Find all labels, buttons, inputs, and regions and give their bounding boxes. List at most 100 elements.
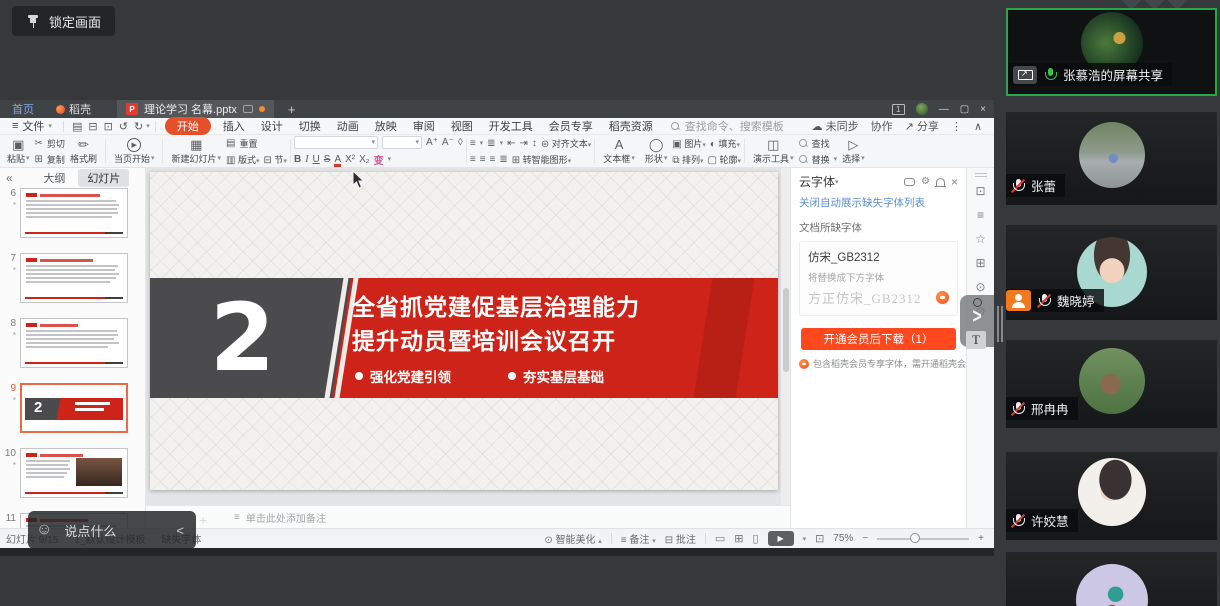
format-painter-button[interactable]: ✏ 格式刷 <box>65 137 102 165</box>
panel-resize-handle[interactable] <box>997 306 999 342</box>
align-text-button[interactable]: ⊜ 对齐文本▾ <box>541 137 591 150</box>
tab-document[interactable]: P 理论学习 名幕.pptx <box>117 100 274 118</box>
outline-button[interactable]: ▢ 轮廓▾ <box>708 153 742 166</box>
collapse-panel-button[interactable]: « <box>6 171 13 185</box>
slide-thumbnail-7[interactable]: 7* <box>0 253 146 303</box>
font-size-select[interactable] <box>382 136 422 149</box>
present-tools-button[interactable]: ◫ 演示工具▾ <box>748 137 799 165</box>
notes-pane[interactable]: ≡ 单击此处添加备注 <box>146 505 790 528</box>
collapse-ribbon-icon[interactable]: ∧ <box>974 120 982 133</box>
menu-tab-docer-res[interactable]: 稻壳资源 <box>601 118 661 134</box>
participant-tile-sharing[interactable]: 张慕浩的屏幕共享 <box>1006 8 1217 96</box>
bold-button[interactable]: B <box>294 154 301 165</box>
slide-thumbnail-6[interactable]: 6* <box>0 188 146 238</box>
notes-button[interactable]: ≡ 备注 ▾ <box>621 531 656 546</box>
normal-view-button[interactable]: ▭ <box>715 532 725 545</box>
picture-button[interactable]: ▣ 图片▾ <box>672 137 706 150</box>
undo-icon[interactable]: ↺ <box>116 120 131 133</box>
user-avatar[interactable] <box>916 103 928 115</box>
participant-tile[interactable]: 魏晓婷 <box>1006 225 1217 320</box>
tab-docer[interactable]: 稻壳 <box>46 100 101 118</box>
paste-button[interactable]: ▣ 粘贴▾ <box>2 137 35 165</box>
expand-chevron-icon[interactable]: > <box>972 306 981 329</box>
align-left-button[interactable]: ≡ <box>470 154 476 165</box>
layers-tool-icon[interactable]: ⊞ <box>967 256 994 270</box>
close-panel-icon[interactable]: × <box>951 175 958 189</box>
font-name-select[interactable] <box>294 136 378 149</box>
text-tool-button[interactable]: T <box>966 331 986 349</box>
menu-tab-home-start[interactable]: 开始 <box>165 117 211 135</box>
sorter-view-button[interactable]: ⊞ <box>734 532 743 545</box>
textbox-button[interactable]: A 文本框▾ <box>598 137 640 165</box>
chat-add-button[interactable]: + <box>199 512 207 528</box>
menu-tab-transition[interactable]: 切换 <box>291 118 329 134</box>
settings-gear-icon[interactable]: ⚙ <box>921 176 930 187</box>
panel-resize-handle[interactable] <box>1001 306 1003 342</box>
fit-window-button[interactable]: ⊡ <box>815 532 824 545</box>
line-spacing-button[interactable]: ↕ <box>532 138 537 149</box>
panel-drag-handle[interactable] <box>975 173 987 174</box>
superscript-button[interactable]: X² <box>345 154 355 165</box>
participant-tile[interactable]: 张蕾 <box>1006 112 1217 205</box>
participant-tile[interactable] <box>1006 552 1217 606</box>
cut-button[interactable]: ✂剪切 <box>35 137 65 150</box>
more-menu-icon[interactable]: ⋮ <box>951 120 962 133</box>
fill-button[interactable]: ◐ 填充▾ <box>710 137 740 150</box>
menu-tab-slideshow[interactable]: 放映 <box>367 118 405 134</box>
lock-screen-button[interactable]: 锁定画面 <box>12 6 115 36</box>
layout-button[interactable]: ▥ 版式▾ <box>226 153 260 166</box>
disable-font-list-link[interactable]: 关闭自动展示缺失字体列表 <box>791 193 966 212</box>
zoom-level[interactable]: 75% <box>833 533 853 544</box>
save-icon[interactable]: ▤ <box>69 120 85 133</box>
slide-thumbnail-9-selected[interactable]: 9* 2 <box>0 383 146 433</box>
zoom-out-button[interactable]: − <box>862 533 868 544</box>
effects-star-icon[interactable]: ☆ <box>967 232 994 246</box>
underline-button[interactable]: U <box>313 154 320 165</box>
tab-outline[interactable]: 大纲 <box>34 169 74 187</box>
shape-button[interactable]: ◯ 形状▾ <box>640 137 673 165</box>
justify-button[interactable]: ≣ <box>499 154 507 165</box>
menu-tab-animation[interactable]: 动画 <box>329 118 367 134</box>
bullets-button[interactable]: ≡ <box>470 138 476 149</box>
align-right-button[interactable]: ≡ <box>490 154 496 165</box>
feedback-icon[interactable] <box>904 178 915 186</box>
menu-tab-design[interactable]: 设计 <box>253 118 291 134</box>
font-color-button[interactable]: A <box>334 154 341 165</box>
numbering-button[interactable]: ≣ <box>487 138 495 149</box>
new-slide-button[interactable]: ▦ 新建幻灯片▾ <box>166 137 226 165</box>
participant-tile[interactable]: 许姣慧 <box>1006 452 1217 540</box>
missing-font-card[interactable]: 仿宋_GB2312 将替换成下方字体 方正仿宋_GB2312 <box>799 241 958 316</box>
redo-icon[interactable]: ↻ <box>131 120 146 133</box>
download-fonts-button[interactable]: 开通会员后下载（1） <box>801 328 956 350</box>
decrease-font-button[interactable]: A⁻ <box>442 137 454 148</box>
help-tool-icon[interactable]: ⊙ <box>967 280 994 294</box>
section-button[interactable]: ⊟ 节▾ <box>264 153 287 166</box>
smart-graphic-button[interactable]: ⊞ 转智能图形▾ <box>512 153 571 166</box>
increase-font-button[interactable]: A⁺ <box>426 137 438 148</box>
indent-left-button[interactable]: ⇤ <box>507 138 515 149</box>
file-menu[interactable]: ≡ 文件 ▾ <box>6 118 58 134</box>
preview-icon[interactable]: ⊡ <box>101 120 116 133</box>
beautify-button[interactable]: ⊙ 智能美化 ▴ <box>544 531 601 546</box>
stamp-tool-icon[interactable]: ⊡ <box>967 184 994 198</box>
print-icon[interactable]: ⊟ <box>85 120 100 133</box>
italic-button[interactable]: I <box>305 154 308 165</box>
share-button[interactable]: ↗ 分享 <box>905 118 939 134</box>
slide-thumbnail-10[interactable]: 10* <box>0 448 146 498</box>
zoom-slider[interactable] <box>877 538 969 540</box>
comments-button[interactable]: ⊟ 批注 <box>665 531 696 546</box>
chat-quick-input[interactable]: ☺ 说点什么 < <box>28 511 196 549</box>
canvas-scrollbar[interactable] <box>781 168 790 505</box>
copy-button[interactable]: ⊞复制 <box>35 153 65 166</box>
tab-slides[interactable]: 幻灯片 <box>78 169 129 187</box>
zoom-in-button[interactable]: + <box>978 533 984 544</box>
replace-button[interactable]: 替换▾ <box>799 153 838 166</box>
menu-tab-devtools[interactable]: 开发工具 <box>481 118 541 134</box>
participant-tile[interactable]: 邢冉冉 <box>1006 340 1217 428</box>
collaborate-button[interactable]: 协作 <box>871 118 893 134</box>
minimize-button[interactable]: — <box>939 104 949 115</box>
clear-format-button[interactable]: ◊ <box>458 137 463 148</box>
reading-view-button[interactable]: ▯ <box>753 532 759 545</box>
sync-status[interactable]: ☁ 未同步 <box>812 118 859 134</box>
zoom-slider-knob[interactable] <box>910 533 920 543</box>
